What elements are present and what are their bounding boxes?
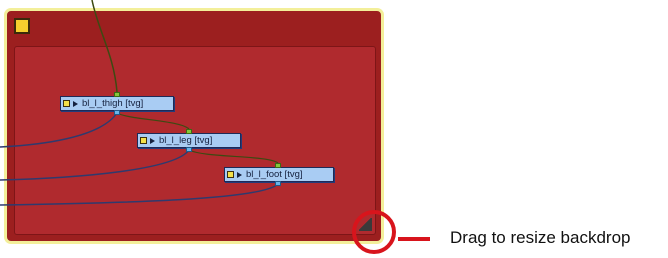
node-output-port[interactable]	[186, 147, 192, 152]
node-output-port[interactable]	[114, 110, 120, 115]
play-icon	[73, 100, 78, 107]
node-color-icon	[63, 100, 70, 107]
callout-circle	[352, 210, 396, 254]
node-output-port[interactable]	[275, 181, 281, 186]
node-label: bl_l_foot [tvg]	[246, 169, 303, 180]
node-bl-l-leg[interactable]: bl_l_leg [tvg]	[137, 133, 241, 148]
wire-thigh-out	[0, 112, 118, 148]
wire-top-to-thigh	[91, 0, 118, 93]
node-input-port[interactable]	[114, 92, 120, 97]
node-bl-l-foot[interactable]: bl_l_foot [tvg]	[224, 167, 334, 182]
play-icon	[150, 137, 155, 144]
wire-foot-out	[0, 183, 279, 206]
play-icon	[237, 171, 242, 178]
wire-leg-to-foot	[188, 149, 279, 164]
wire-leg-out	[0, 149, 190, 181]
node-color-icon	[140, 137, 147, 144]
node-label: bl_l_leg [tvg]	[159, 135, 213, 146]
node-connections	[0, 0, 279, 206]
node-input-port[interactable]	[275, 163, 281, 168]
node-color-icon	[227, 171, 234, 178]
callout-line	[398, 237, 430, 241]
node-label: bl_l_thigh [tvg]	[82, 98, 144, 109]
callout-label: Drag to resize backdrop	[450, 228, 631, 247]
node-input-port[interactable]	[186, 129, 192, 134]
wire-thigh-to-leg	[116, 112, 190, 130]
node-bl-l-thigh[interactable]: bl_l_thigh [tvg]	[60, 96, 174, 111]
